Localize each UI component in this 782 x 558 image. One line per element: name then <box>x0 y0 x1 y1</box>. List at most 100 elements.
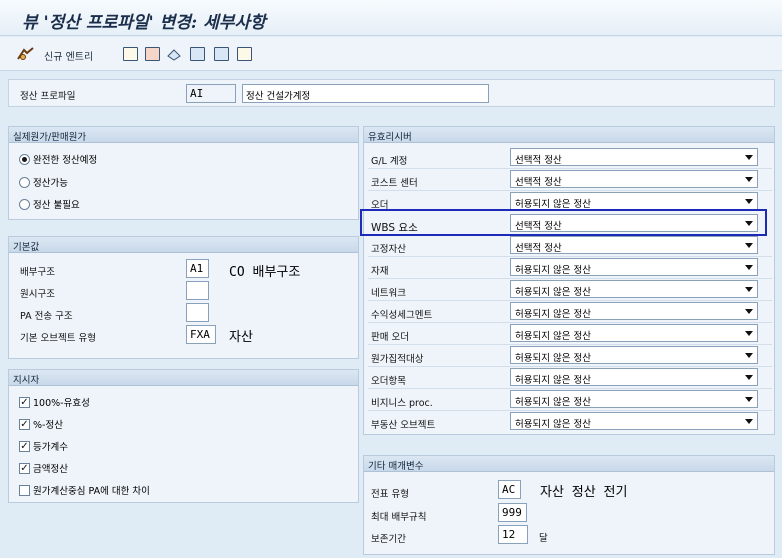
receiver-label-wbs-element: WBS 요소 <box>371 222 418 234</box>
receiver-select-cost-object[interactable]: 허용되지 않은 정산 <box>510 346 758 364</box>
allocation-structure-field[interactable]: A1 <box>186 259 209 278</box>
receiver-label-cost-center: 코스트 센터 <box>371 178 418 189</box>
receiver-label-real-estate-object: 부동산 오브젝트 <box>371 420 436 431</box>
checkbox-label: %-정산 <box>33 420 63 431</box>
default-object-type-desc: 자산 <box>229 330 253 345</box>
receiver-select-network[interactable]: 허용되지 않은 정산 <box>510 280 758 298</box>
main-area: 정산 프로파일 AI 정산 건설가계정 실제원가/판매원가 완전한 정산예정 정… <box>0 72 782 558</box>
checkbox-checked-icon: ✓ <box>19 440 30 452</box>
select-value: 선택적 정산 <box>515 243 562 254</box>
select-value: 허용되지 않은 정산 <box>515 287 591 298</box>
source-structure-field[interactable] <box>186 281 209 300</box>
receiver-select-order-item[interactable]: 허용되지 않은 정산 <box>510 368 758 386</box>
pa-transfer-structure-label: PA 전송 구조 <box>20 311 73 322</box>
dropdown-arrow-icon <box>745 155 753 160</box>
receiver-select-fixed-asset[interactable]: 선택적 정산 <box>510 236 758 254</box>
dropdown-arrow-icon <box>745 221 753 226</box>
receiver-label-sales-order: 판매 오더 <box>371 332 409 343</box>
document-type-desc: 자산 정산 전기 <box>540 485 628 500</box>
valid-receivers-group: 유효리시버 G/L 계정 선택적 정산 코스트 센터 선택적 정산 오더 허용되… <box>360 126 775 435</box>
new-entries-button[interactable]: 신규 엔트리 <box>44 48 93 63</box>
actual-costs-header: 실제원가/판매원가 <box>9 127 358 143</box>
max-distribution-rules-field[interactable]: 999 <box>498 503 527 522</box>
other-parameters-group: 기타 매개변수 전표 유형 AC 자산 정산 전기 최대 배부규칙 999 보존… <box>363 455 775 555</box>
checkbox-label: 금액정산 <box>33 464 68 475</box>
dropdown-arrow-icon <box>745 353 753 358</box>
delete-icon[interactable] <box>145 46 160 62</box>
checkbox-label: 등가계수 <box>33 442 68 453</box>
application-toolbar: 신규 엔트리 <box>0 37 782 71</box>
profile-code-field[interactable]: AI <box>186 84 236 103</box>
allocation-structure-desc: CO 배부구조 <box>229 265 301 280</box>
receiver-label-network: 네트워크 <box>371 288 406 299</box>
profile-label: 정산 프로파일 <box>20 91 76 102</box>
select-value: 허용되지 않은 정산 <box>515 419 591 430</box>
radio-selected-icon <box>19 153 30 165</box>
receiver-label-profitability-segment: 수익성세그멘트 <box>371 310 433 321</box>
page-title: 뷰 '정산 프로파일' 변경: 세부사항 <box>22 13 266 33</box>
receiver-select-cost-center[interactable]: 선택적 정산 <box>510 170 758 188</box>
select-value: 허용되지 않은 정산 <box>515 353 591 364</box>
select-value: 선택적 정산 <box>515 177 562 188</box>
receiver-label-gl-account: G/L 계정 <box>371 156 408 167</box>
checkbox-label: 100%-유효성 <box>33 398 90 409</box>
document-type-label: 전표 유형 <box>371 489 409 500</box>
receiver-select-wbs-element[interactable]: 선택적 정산 <box>510 214 758 232</box>
row-divider <box>368 300 772 301</box>
row-divider <box>368 388 772 389</box>
select-all-icon[interactable] <box>237 46 252 62</box>
receiver-select-material[interactable]: 허용되지 않은 정산 <box>510 258 758 276</box>
radio-label: 완전한 정산예정 <box>33 155 98 166</box>
profile-description-field[interactable]: 정산 건설가계정 <box>242 84 489 103</box>
receiver-select-real-estate-object[interactable]: 허용되지 않은 정산 <box>510 412 758 430</box>
radio-label: 정산가능 <box>33 178 68 189</box>
radio-unselected-icon <box>19 176 30 188</box>
pa-transfer-structure-field[interactable] <box>186 303 209 322</box>
actual-costs-group: 실제원가/판매원가 완전한 정산예정 정산가능 정산 불필요 <box>8 126 359 220</box>
default-object-type-field[interactable]: FXA <box>186 325 216 344</box>
dropdown-arrow-icon <box>745 243 753 248</box>
receiver-select-profitability-segment[interactable]: 허용되지 않은 정산 <box>510 302 758 320</box>
source-structure-label: 원시구조 <box>20 289 55 300</box>
select-value: 허용되지 않은 정산 <box>515 397 591 408</box>
document-type-field[interactable]: AC <box>498 480 521 499</box>
checkbox-equivalence-numbers[interactable]: ✓ 등가계수 <box>19 439 68 453</box>
row-divider <box>368 322 772 323</box>
retention-period-field[interactable]: 12 <box>498 525 528 544</box>
checkbox-percent-settlement[interactable]: ✓ %-정산 <box>19 417 63 431</box>
receiver-select-business-process[interactable]: 허용되지 않은 정산 <box>510 390 758 408</box>
receiver-label-cost-object: 원가집적대상 <box>371 354 424 365</box>
select-value: 허용되지 않은 정산 <box>515 309 591 320</box>
dropdown-arrow-icon <box>745 177 753 182</box>
row-divider <box>368 410 772 411</box>
glasses-icon[interactable] <box>17 46 35 62</box>
dropdown-arrow-icon <box>745 287 753 292</box>
radio-can-settle[interactable]: 정산가능 <box>19 175 68 189</box>
receiver-select-order[interactable]: 허용되지 않은 정산 <box>510 192 758 210</box>
receiver-label-order-item: 오더항목 <box>371 376 406 387</box>
copy-icon[interactable] <box>123 46 138 62</box>
select-value: 선택적 정산 <box>515 221 562 232</box>
receiver-select-gl-account[interactable]: 선택적 정산 <box>510 148 758 166</box>
receiver-select-sales-order[interactable]: 허용되지 않은 정산 <box>510 324 758 342</box>
undo-icon[interactable] <box>166 46 183 62</box>
row-divider <box>368 190 772 191</box>
max-distribution-rules-label: 최대 배부규칙 <box>371 512 427 523</box>
valid-receivers-header: 유효리시버 <box>364 127 774 143</box>
receiver-label-fixed-asset: 고정자산 <box>371 244 406 255</box>
previous-entry-icon[interactable] <box>190 46 205 62</box>
dropdown-arrow-icon <box>745 309 753 314</box>
dropdown-arrow-icon <box>745 265 753 270</box>
checkbox-variances-pa[interactable]: 원가계산중심 PA에 대한 차이 <box>19 483 150 497</box>
radio-unselected-icon <box>19 198 30 210</box>
select-value: 허용되지 않은 정산 <box>515 375 591 386</box>
checkbox-amount-settlement[interactable]: ✓ 금액정산 <box>19 461 68 475</box>
row-divider <box>368 366 772 367</box>
checkbox-100-validity[interactable]: ✓ 100%-유효성 <box>19 395 90 409</box>
radio-full-settlement[interactable]: 완전한 정산예정 <box>19 152 97 166</box>
radio-no-settlement[interactable]: 정산 불필요 <box>19 197 80 211</box>
next-entry-icon[interactable] <box>214 46 229 62</box>
indicators-header: 지시자 <box>9 370 358 386</box>
profile-header: 정산 프로파일 AI 정산 건설가계정 <box>8 79 775 107</box>
dropdown-arrow-icon <box>745 397 753 402</box>
